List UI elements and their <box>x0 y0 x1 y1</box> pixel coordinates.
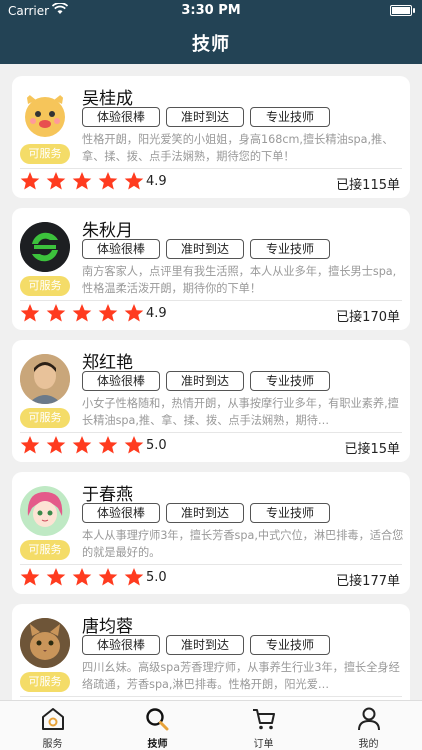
tab-bar: 服务 技师 订单 我的 <box>0 700 422 750</box>
technician-card[interactable]: 可服务 于春燕 体验很棒 准时到达 专业技师 本人从事理疗师3年，擅长芳香spa… <box>12 472 410 594</box>
green-logo-avatar-icon <box>20 222 70 272</box>
star-icon <box>20 568 40 586</box>
available-badge: 可服务 <box>20 672 70 692</box>
technician-name: 朱秋月 <box>82 221 133 241</box>
cart-icon <box>253 709 275 730</box>
anime-avatar-icon <box>20 486 70 536</box>
divider <box>20 564 402 565</box>
divider <box>20 300 402 301</box>
rating-value: 4.9 <box>146 174 167 189</box>
order-count: 已接170单 <box>336 310 400 325</box>
star-icon <box>20 172 40 190</box>
star-icon <box>46 436 66 454</box>
tab-label: 服务 <box>42 739 63 750</box>
rating-value: 4.9 <box>146 306 167 321</box>
tag: 准时到达 <box>166 371 244 391</box>
cartoon-avatar-icon <box>25 92 65 137</box>
tab-service[interactable]: 服务 <box>0 701 105 750</box>
battery-tip <box>413 8 415 13</box>
order-count: 已接177单 <box>336 574 400 589</box>
technician-card[interactable]: 可服务 唐均蓉 体验很棒 准时到达 专业技师 四川幺妹。高级spa芳香理疗师，从… <box>12 604 410 700</box>
technician-name: 郑红艳 <box>82 353 133 373</box>
star-icon <box>20 436 40 454</box>
star-icon <box>98 304 118 322</box>
tag: 准时到达 <box>166 503 244 523</box>
available-badge: 可服务 <box>20 540 70 560</box>
technician-description: 性格开朗，阳光爱笑的小姐姐，身高168cm,擅长精油spa,推、拿、揉、拨、点手… <box>82 133 394 163</box>
tag: 准时到达 <box>166 239 244 259</box>
tag: 专业技师 <box>250 503 330 523</box>
battery-icon <box>390 5 412 16</box>
tag: 专业技师 <box>250 635 330 655</box>
tag: 专业技师 <box>250 107 330 127</box>
avatar <box>20 618 70 668</box>
star-icon <box>98 568 118 586</box>
star-icon <box>124 436 144 454</box>
tag: 准时到达 <box>166 107 244 127</box>
divider <box>20 432 402 433</box>
star-icon <box>72 304 92 322</box>
avatar <box>20 354 70 404</box>
available-badge: 可服务 <box>20 144 70 164</box>
star-icon <box>46 304 66 322</box>
tag: 体验很棒 <box>82 635 160 655</box>
order-count: 已接15单 <box>344 442 400 457</box>
avatar <box>20 90 70 140</box>
divider <box>20 168 402 169</box>
status-bar: Carrier 3:30 PM <box>0 0 422 22</box>
order-count: 已接115单 <box>336 178 400 193</box>
star-icon <box>46 172 66 190</box>
page-title: 技师 <box>192 34 230 55</box>
tab-orders[interactable]: 订单 <box>211 701 316 750</box>
tab-technician[interactable]: 技师 <box>105 701 210 750</box>
photo-avatar-icon <box>20 354 70 404</box>
tab-label: 技师 <box>147 739 168 750</box>
technician-name: 唐均蓉 <box>82 617 133 637</box>
user-icon <box>358 707 380 731</box>
nav-header: Carrier 3:30 PM 技师 <box>0 0 422 64</box>
technician-description: 四川幺妹。高级spa芳香理疗师，从事养生行业3年，擅长全身经络疏通，芳香spa,… <box>82 661 400 691</box>
tag: 专业技师 <box>250 239 330 259</box>
star-icon <box>98 436 118 454</box>
tab-label: 我的 <box>358 739 379 750</box>
star-icon <box>72 172 92 190</box>
star-icon <box>72 436 92 454</box>
star-icon <box>20 304 40 322</box>
avatar <box>20 222 70 272</box>
status-time: 3:30 PM <box>181 3 241 18</box>
star-icon <box>124 172 144 190</box>
technician-card[interactable]: 可服务 郑红艳 体验很棒 准时到达 专业技师 小女子性格随和，热情开朗，从事按摩… <box>12 340 410 462</box>
search-icon <box>146 708 169 731</box>
tag: 体验很棒 <box>82 239 160 259</box>
technician-description: 南方客家人，点评里有我生活照，本人从业多年，擅长男士spa,性格温柔活泼开朗，期… <box>82 265 397 295</box>
tag: 体验很棒 <box>82 371 160 391</box>
avatar <box>20 486 70 536</box>
star-icon <box>46 568 66 586</box>
tab-label: 订单 <box>253 739 274 750</box>
technician-description: 本人从事理疗师3年，擅长芳香spa,中式穴位，淋巴排毒，适合您的就是最好的。 <box>82 529 404 559</box>
tab-profile[interactable]: 我的 <box>316 701 421 750</box>
cat-avatar-icon <box>20 618 70 668</box>
technician-card[interactable]: 可服务 朱秋月 体验很棒 准时到达 专业技师 南方客家人，点评里有我生活照，本人… <box>12 208 410 330</box>
tag: 体验很棒 <box>82 503 160 523</box>
rating-value: 5.0 <box>146 438 167 453</box>
tag: 专业技师 <box>250 371 330 391</box>
star-icon <box>124 568 144 586</box>
star-icon <box>124 304 144 322</box>
tag: 体验很棒 <box>82 107 160 127</box>
technician-card[interactable]: 可服务 吴桂成 体验很棒 准时到达 专业技师 性格开朗，阳光爱笑的小姐姐，身高1… <box>12 76 410 198</box>
star-icon <box>98 172 118 190</box>
available-badge: 可服务 <box>20 276 70 296</box>
divider <box>20 696 402 697</box>
tag: 准时到达 <box>166 635 244 655</box>
technician-description: 小女子性格随和，热情开朗，从事按摩行业多年，有职业素养,擅长精油spa,推、拿、… <box>82 397 399 427</box>
technician-list[interactable]: 可服务 吴桂成 体验很棒 准时到达 专业技师 性格开朗，阳光爱笑的小姐姐，身高1… <box>0 64 422 700</box>
rating-value: 5.0 <box>146 570 167 585</box>
home-icon <box>42 708 64 730</box>
star-icon <box>72 568 92 586</box>
technician-name: 于春燕 <box>82 485 133 505</box>
available-badge: 可服务 <box>20 408 70 428</box>
technician-name: 吴桂成 <box>82 89 133 109</box>
